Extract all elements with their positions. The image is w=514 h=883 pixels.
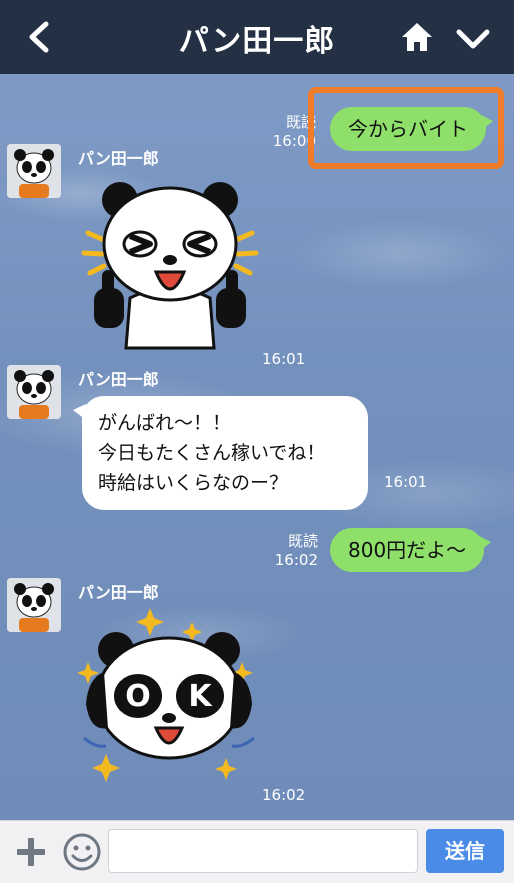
panda-thumbs-up-sticker[interactable] [80, 178, 260, 358]
sticker-text-o: O [125, 679, 151, 714]
chat-title: パン田一郎 [178, 24, 336, 59]
sticker-text-k: K [188, 679, 213, 714]
panda-avatar-icon [7, 365, 61, 419]
home-icon[interactable] [400, 20, 434, 54]
avatar[interactable] [7, 578, 61, 632]
message-time: 16:01 [384, 473, 428, 491]
sender-name: パン田一郎 [78, 149, 159, 168]
chat-header: パン田一郎 [0, 0, 514, 74]
avatar[interactable] [7, 144, 61, 198]
read-receipt: 既読 [287, 532, 318, 550]
message-line: がんばれ〜！！ [98, 412, 232, 434]
sender-name: パン田一郎 [78, 370, 159, 389]
sent-message-bubble[interactable]: 800円だよ〜 [330, 528, 492, 572]
message-line: 今日もたくさん稼いでね！ [98, 442, 326, 464]
highlight-box [308, 87, 504, 169]
smiley-icon[interactable] [62, 832, 102, 872]
message-input[interactable] [108, 829, 418, 873]
message-time: 16:02 [274, 551, 318, 569]
sender-name: パン田一郎 [78, 583, 159, 602]
message-time: 16:01 [262, 350, 306, 368]
avatar[interactable] [7, 365, 61, 419]
chevron-down-icon[interactable] [455, 22, 491, 56]
send-button[interactable]: 送信 [426, 829, 504, 873]
message-input-bar: 送信 [0, 820, 514, 883]
received-message-bubble[interactable]: がんばれ〜！！ 今日もたくさん稼いでね！ 時給はいくらなのー？ [73, 396, 368, 510]
plus-icon[interactable] [14, 835, 48, 869]
message-line: 時給はいくらなのー？ [98, 472, 289, 494]
message-meta: 既読 16:02 [272, 532, 318, 570]
panda-ok-sticker[interactable]: O K [76, 608, 262, 788]
panda-avatar-icon [7, 144, 61, 198]
chat-area[interactable]: 既読 16:00 今からバイト パン田一郎 16:01 パン田一郎 がんばれ〜！… [0, 74, 514, 820]
panda-avatar-icon [7, 578, 61, 632]
message-time: 16:02 [262, 786, 306, 804]
